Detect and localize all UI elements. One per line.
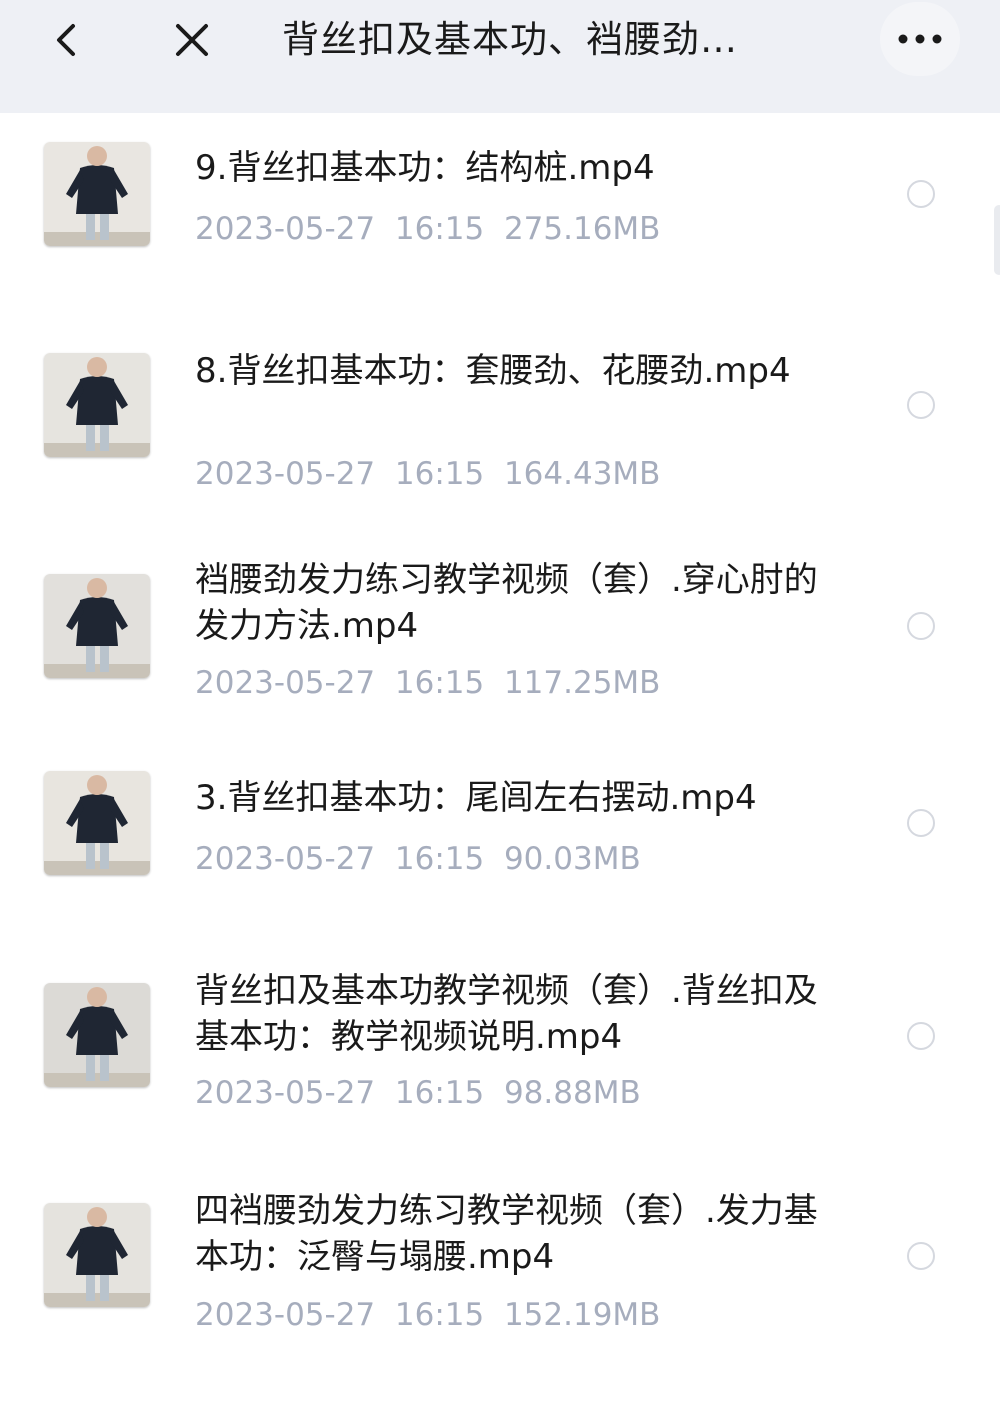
file-size: 164.43MB bbox=[503, 456, 661, 492]
video-thumbnail bbox=[44, 1203, 150, 1307]
select-radio[interactable] bbox=[907, 391, 935, 419]
file-item[interactable]: 8.背丝扣基本功：套腰劲、花腰劲.mp4 2023-05-27 16:15 164… bbox=[0, 323, 1000, 543]
file-date: 2023-05-27 bbox=[195, 211, 376, 247]
file-name: 8.背丝扣基本功：套腰劲、花腰劲.mp4 bbox=[195, 351, 791, 391]
more-dots-icon bbox=[898, 34, 942, 44]
file-date: 2023-05-27 bbox=[195, 1297, 376, 1333]
file-time: 16:15 bbox=[394, 211, 485, 247]
file-size: 117.25MB bbox=[503, 665, 661, 701]
file-item[interactable]: 裆腰劲发力练习教学视频（套）.穿心肘的发力方法.mp4 2023-05-27 16… bbox=[0, 543, 1000, 763]
file-meta: 2023-05-27 16:15 98.88MB bbox=[195, 1073, 835, 1113]
file-item[interactable]: 9.背丝扣基本功：结构桩.mp4 2023-05-27 16:15 275.16M… bbox=[0, 113, 1000, 333]
select-radio[interactable] bbox=[907, 180, 935, 208]
file-name: 9.背丝扣基本功：结构桩.mp4 bbox=[195, 148, 655, 188]
video-thumbnail bbox=[44, 983, 150, 1087]
file-list: 9.背丝扣基本功：结构桩.mp4 2023-05-27 16:15 275.16M… bbox=[0, 113, 1000, 1333]
file-item[interactable]: 四裆腰劲发力练习教学视频（套）.发力基本功：泛臀与塌腰.mp4 2023-05-2… bbox=[0, 1183, 1000, 1403]
file-date: 2023-05-27 bbox=[195, 841, 376, 877]
video-thumbnail bbox=[44, 142, 150, 246]
file-date: 2023-05-27 bbox=[195, 665, 376, 701]
file-size: 98.88MB bbox=[503, 1075, 641, 1111]
video-thumbnail bbox=[44, 574, 150, 678]
file-name: 背丝扣及基本功教学视频（套）.背丝扣及基本功：教学视频说明.mp4 bbox=[195, 971, 818, 1057]
video-thumbnail bbox=[44, 771, 150, 875]
file-time: 16:15 bbox=[394, 1297, 485, 1333]
file-meta: 2023-05-27 16:15 275.16MB bbox=[195, 209, 835, 249]
more-button[interactable] bbox=[880, 2, 960, 76]
file-size: 152.19MB bbox=[503, 1297, 661, 1333]
file-item[interactable]: 3.背丝扣基本功：尾闾左右摆动.mp4 2023-05-27 16:15 90.0… bbox=[0, 763, 1000, 983]
file-meta: 2023-05-27 16:15 117.25MB bbox=[195, 663, 835, 703]
scroll-handle[interactable] bbox=[994, 205, 1000, 275]
file-size: 90.03MB bbox=[503, 841, 641, 877]
select-radio[interactable] bbox=[907, 1022, 935, 1050]
file-size: 275.16MB bbox=[503, 211, 661, 247]
file-time: 16:15 bbox=[394, 841, 485, 877]
select-radio[interactable] bbox=[907, 809, 935, 837]
close-button[interactable] bbox=[166, 14, 218, 66]
file-meta: 2023-05-27 16:15 90.03MB bbox=[195, 839, 835, 879]
file-item[interactable]: 背丝扣及基本功教学视频（套）.背丝扣及基本功：教学视频说明.mp4 2023-05… bbox=[0, 963, 1000, 1183]
select-radio[interactable] bbox=[907, 1242, 935, 1270]
file-date: 2023-05-27 bbox=[195, 456, 376, 492]
file-name: 四裆腰劲发力练习教学视频（套）.发力基本功：泛臀与塌腰.mp4 bbox=[195, 1191, 818, 1277]
back-button[interactable] bbox=[40, 14, 92, 66]
file-name: 3.背丝扣基本功：尾闾左右摆动.mp4 bbox=[195, 778, 757, 818]
file-time: 16:15 bbox=[394, 665, 485, 701]
file-meta: 2023-05-27 16:15 164.43MB bbox=[195, 454, 835, 494]
chevron-left-icon bbox=[57, 24, 75, 56]
file-meta: 2023-05-27 16:15 152.19MB bbox=[195, 1295, 835, 1335]
top-bar: 背丝扣及基本功、裆腰劲… bbox=[0, 0, 1000, 113]
video-thumbnail bbox=[44, 353, 150, 457]
select-radio[interactable] bbox=[907, 612, 935, 640]
file-time: 16:15 bbox=[394, 456, 485, 492]
page-title: 背丝扣及基本功、裆腰劲… bbox=[282, 18, 738, 61]
file-time: 16:15 bbox=[394, 1075, 485, 1111]
file-name: 裆腰劲发力练习教学视频（套）.穿心肘的发力方法.mp4 bbox=[195, 560, 818, 646]
file-date: 2023-05-27 bbox=[195, 1075, 376, 1111]
close-icon bbox=[176, 24, 208, 56]
